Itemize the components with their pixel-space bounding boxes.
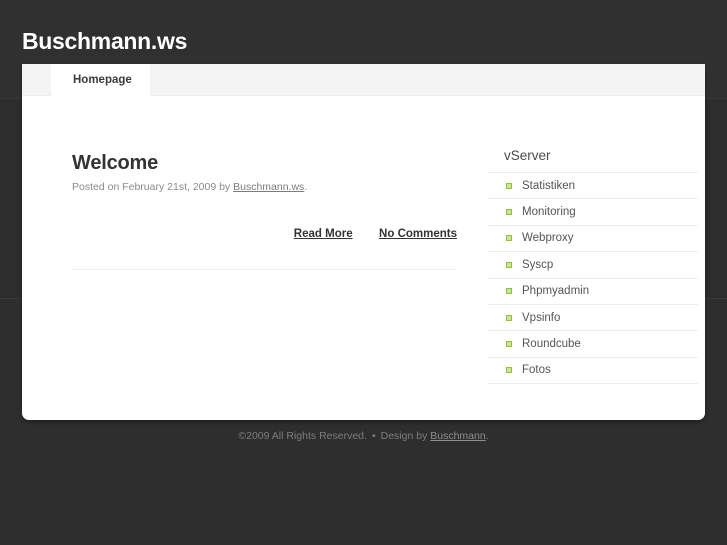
sidebar-heading: vServer: [504, 148, 551, 163]
bullet-square-icon: [506, 209, 512, 216]
sidebar-item-label[interactable]: Monitoring: [522, 206, 576, 218]
sidebar-item-phpmyadmin[interactable]: Phpmyadmin: [488, 279, 698, 305]
sidebar-item-monitoring[interactable]: Monitoring: [488, 199, 698, 226]
sidebar-item-vpsinfo[interactable]: Vpsinfo: [488, 305, 698, 332]
footer-separator: •: [371, 430, 376, 442]
sidebar-item-label[interactable]: Vpsinfo: [522, 312, 560, 324]
sidebar-item-label[interactable]: Roundcube: [522, 338, 581, 350]
post-author-link[interactable]: Buschmann.ws: [233, 181, 304, 193]
sidebar-item-label[interactable]: Webproxy: [522, 232, 574, 244]
bullet-square-icon: [506, 261, 512, 268]
sidebar-item-label[interactable]: Statistiken: [522, 180, 575, 192]
post-title: Welcome: [72, 152, 159, 174]
main-card: Homepage Welcome Posted on February 21st…: [22, 64, 705, 420]
post-meta: Posted on February 21st, 2009 by Buschma…: [72, 181, 457, 193]
site-title[interactable]: Buschmann.ws: [22, 28, 187, 55]
footer-copyright: ©2009 All Rights Reserved.: [238, 430, 367, 442]
post-divider: [72, 269, 457, 270]
sidebar-item-label[interactable]: Syscp: [522, 259, 553, 271]
footer-design-link[interactable]: Buschmann: [430, 430, 485, 442]
bullet-square-icon: [506, 341, 512, 348]
tab-homepage-label: Homepage: [73, 74, 132, 86]
sidebar: vServer Statistiken Monitoring Webproxy …: [488, 148, 698, 385]
sidebar-item-syscp[interactable]: Syscp: [488, 252, 698, 279]
tab-homepage[interactable]: Homepage: [51, 64, 150, 96]
bullet-square-icon: [506, 367, 512, 374]
bullet-square-icon: [506, 182, 512, 189]
footer: ©2009 All Rights Reserved. • Design by Bus…: [0, 430, 727, 442]
bullet-square-icon: [506, 288, 512, 295]
sidebar-item-label[interactable]: Fotos: [522, 364, 551, 376]
sidebar-item-statistiken[interactable]: Statistiken: [488, 173, 698, 200]
post-content: Welcome Posted on February 21st, 2009 by…: [72, 152, 457, 270]
footer-design-suffix: .: [485, 430, 489, 442]
footer-design-prefix: Design by: [380, 430, 431, 442]
bullet-square-icon: [506, 314, 512, 321]
post-meta-suffix: .: [304, 181, 308, 193]
post-links: Read More No Comments: [72, 224, 457, 242]
sidebar-item-label[interactable]: Phpmyadmin: [522, 285, 589, 297]
no-comments-link[interactable]: No Comments: [379, 228, 457, 240]
tab-bar: Homepage: [22, 64, 705, 96]
sidebar-list: Statistiken Monitoring Webproxy Syscp Ph…: [488, 172, 698, 385]
card-body: Welcome Posted on February 21st, 2009 by…: [22, 96, 705, 419]
sidebar-item-roundcube[interactable]: Roundcube: [488, 331, 698, 358]
bullet-square-icon: [506, 235, 512, 242]
sidebar-item-fotos[interactable]: Fotos: [488, 358, 698, 385]
post-meta-prefix: Posted on February 21st, 2009 by: [72, 181, 234, 193]
read-more-link[interactable]: Read More: [294, 228, 353, 240]
sidebar-item-webproxy[interactable]: Webproxy: [488, 226, 698, 253]
